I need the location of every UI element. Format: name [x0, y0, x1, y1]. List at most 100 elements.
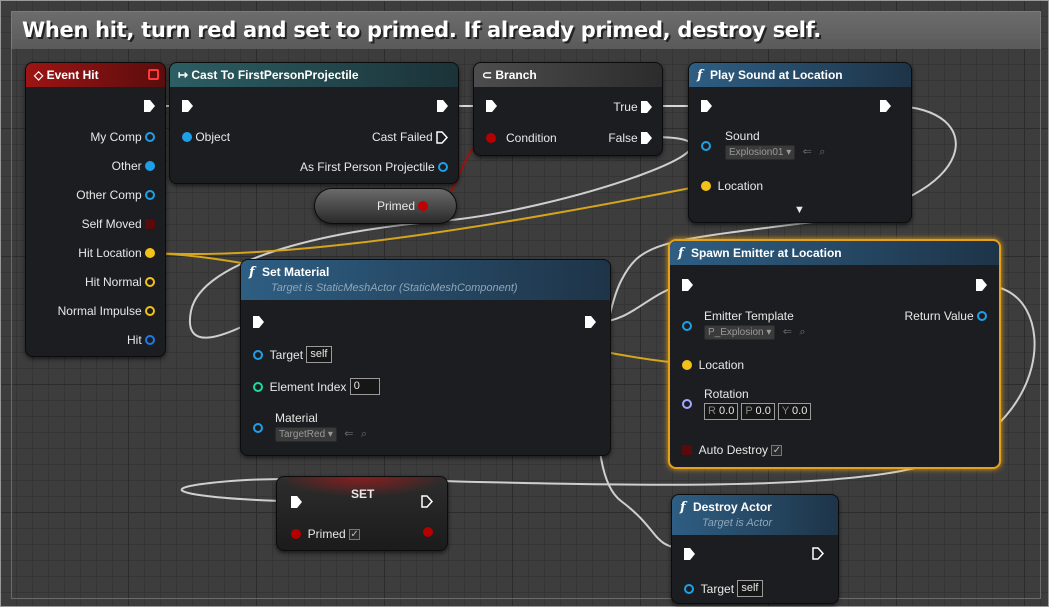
vector-pin-icon[interactable] [145, 277, 155, 287]
spawn-emitter-rotation-pin[interactable]: Rotation R 0.0 P 0.0 Y 0.0 [682, 387, 812, 420]
spawn-emitter-exec-in[interactable] [682, 279, 693, 291]
destroy-exec-out[interactable] [812, 547, 824, 560]
rotation-yaw-field[interactable]: Y 0.0 [777, 403, 812, 420]
spawn-emitter-node[interactable]: f Spawn Emitter at Location Emitter Temp… [668, 239, 1001, 469]
object-pin-icon[interactable] [438, 162, 448, 172]
object-pin-icon[interactable] [701, 141, 711, 151]
object-pin-icon[interactable] [682, 321, 692, 331]
cast-header[interactable]: ↦ Cast To FirstPersonProjectile [170, 63, 458, 87]
set-material-header[interactable]: f Set Material Target is StaticMeshActor… [241, 260, 610, 300]
primed-getter-node[interactable]: Primed [314, 188, 457, 224]
browse-icon[interactable]: ⇐ [344, 428, 353, 440]
set-material-element-index-pin[interactable]: Element Index 0 [253, 378, 380, 395]
auto-destroy-checkbox[interactable]: ✓ [771, 444, 783, 456]
object-pin-icon[interactable] [182, 132, 192, 142]
vector-pin-icon[interactable] [701, 181, 711, 191]
bool-pin-icon[interactable] [418, 201, 429, 211]
exec-pin-icon[interactable] [585, 316, 596, 328]
object-pin-icon[interactable] [684, 583, 694, 594]
branch-condition-pin[interactable]: Condition [486, 131, 557, 145]
spawn-emitter-exec-out[interactable] [976, 279, 987, 291]
event-hit-header[interactable]: ◇ Event Hit [26, 63, 165, 87]
play-sound-exec-out[interactable] [880, 100, 891, 112]
bool-pin-icon[interactable] [145, 219, 155, 229]
branch-exec-in[interactable] [486, 100, 497, 112]
pin-my-comp[interactable]: My Comp [90, 130, 155, 144]
spawn-emitter-template-pin[interactable]: Emitter Template P_Explosion ▾ ⇐ ⌕ [682, 309, 805, 340]
pin-hit-normal[interactable]: Hit Normal [85, 275, 155, 289]
cast-failed-pin[interactable]: Cast Failed [372, 130, 448, 144]
target-self-field[interactable]: self [306, 346, 332, 363]
event-hit-node[interactable]: ◇ Event Hit My Comp Other Other Comp Sel… [25, 62, 166, 357]
destroy-target-self-field[interactable]: self [737, 580, 763, 597]
set-exec-in[interactable] [291, 496, 302, 508]
vector-pin-icon[interactable] [145, 248, 155, 258]
pin-hit-location[interactable]: Hit Location [78, 246, 155, 260]
branch-node[interactable]: ⊂ Branch True Condition False [473, 62, 663, 156]
exec-pin-icon[interactable] [701, 100, 712, 112]
cast-as-pin[interactable]: As First Person Projectile [300, 160, 448, 174]
spawn-emitter-return-pin[interactable]: Return Value [905, 309, 987, 323]
emitter-asset-dropdown[interactable]: P_Explosion ▾ [704, 325, 776, 340]
set-material-exec-in[interactable] [253, 316, 264, 328]
rotation-pitch-field[interactable]: P 0.0 [741, 403, 775, 420]
search-icon[interactable]: ⌕ [819, 146, 825, 158]
object-pin-icon[interactable] [145, 132, 155, 142]
exec-pin-icon[interactable] [437, 100, 448, 112]
exec-pin-icon[interactable] [682, 279, 693, 291]
pin-other-comp[interactable]: Other Comp [76, 188, 155, 202]
exec-pin-icon[interactable] [144, 100, 155, 112]
object-pin-icon[interactable] [145, 190, 155, 200]
browse-icon[interactable]: ⇐ [803, 146, 812, 158]
spawn-emitter-location-pin[interactable]: Location [682, 358, 744, 372]
exec-pin-icon[interactable] [291, 496, 302, 508]
cast-object-pin[interactable]: Object [182, 130, 230, 144]
bool-pin-icon[interactable] [291, 529, 301, 539]
bool-pin-icon[interactable] [682, 445, 692, 455]
play-sound-exec-in[interactable] [701, 100, 712, 112]
play-sound-header[interactable]: f Play Sound at Location [689, 63, 911, 87]
destroy-actor-node[interactable]: f Destroy Actor Target is Actor Target s… [671, 494, 839, 604]
int-pin-icon[interactable] [253, 381, 263, 392]
material-asset-dropdown[interactable]: TargetRed ▾ [275, 427, 337, 442]
pin-other[interactable]: Other [112, 159, 155, 173]
search-icon[interactable]: ⌕ [799, 326, 805, 338]
exec-pin-icon[interactable] [486, 100, 497, 112]
browse-icon[interactable]: ⇐ [783, 326, 792, 338]
search-icon[interactable]: ⌕ [361, 428, 367, 440]
set-material-exec-out[interactable] [585, 316, 596, 328]
rotation-roll-field[interactable]: R 0.0 [704, 403, 739, 420]
destroy-actor-header[interactable]: f Destroy Actor Target is Actor [672, 495, 838, 535]
bool-pin-icon[interactable] [423, 527, 433, 537]
exec-pin-icon[interactable] [641, 132, 652, 144]
object-pin-icon[interactable] [145, 161, 155, 171]
sound-asset-dropdown[interactable]: Explosion01 ▾ [725, 145, 796, 160]
play-sound-node[interactable]: f Play Sound at Location Sound Explosion… [688, 62, 912, 223]
cast-node[interactable]: ↦ Cast To FirstPersonProjectile Object C… [169, 62, 459, 184]
exec-hollow-pin-icon[interactable] [436, 130, 448, 144]
spawn-emitter-header[interactable]: f Spawn Emitter at Location [670, 241, 999, 265]
pin-hit[interactable]: Hit [127, 333, 155, 347]
spawn-emitter-auto-destroy-pin[interactable]: Auto Destroy ✓ [682, 443, 783, 457]
set-material-material-pin[interactable]: Material TargetRed ▾ ⇐ ⌕ [253, 411, 367, 442]
struct-pin-icon[interactable] [145, 335, 155, 345]
rotator-pin-icon[interactable] [682, 399, 692, 409]
play-sound-sound-pin[interactable]: Sound Explosion01 ▾ ⇐ ⌕ [701, 129, 825, 160]
exec-pin-icon[interactable] [684, 548, 695, 560]
vector-pin-icon[interactable] [145, 306, 155, 316]
exec-pin-icon[interactable] [976, 279, 987, 291]
branch-header[interactable]: ⊂ Branch [474, 63, 662, 87]
expand-arrow-icon[interactable]: ▼ [794, 204, 805, 216]
bool-pin-icon[interactable] [486, 133, 496, 143]
blueprint-graph-canvas[interactable]: When hit, turn red and set to primed. If… [0, 0, 1049, 607]
object-pin-icon[interactable] [253, 349, 263, 360]
set-primed-output-pin[interactable] [423, 527, 433, 537]
object-pin-icon[interactable] [253, 423, 263, 433]
set-material-node[interactable]: f Set Material Target is StaticMeshActor… [240, 259, 611, 456]
cast-exec-in[interactable] [182, 100, 193, 112]
primed-checkbox[interactable]: ✓ [349, 528, 361, 540]
cast-exec-out[interactable] [437, 100, 448, 112]
set-primed-node[interactable]: SET Primed ✓ [276, 476, 448, 551]
branch-false-pin[interactable]: False [608, 131, 652, 145]
exec-pin-icon[interactable] [253, 316, 264, 328]
